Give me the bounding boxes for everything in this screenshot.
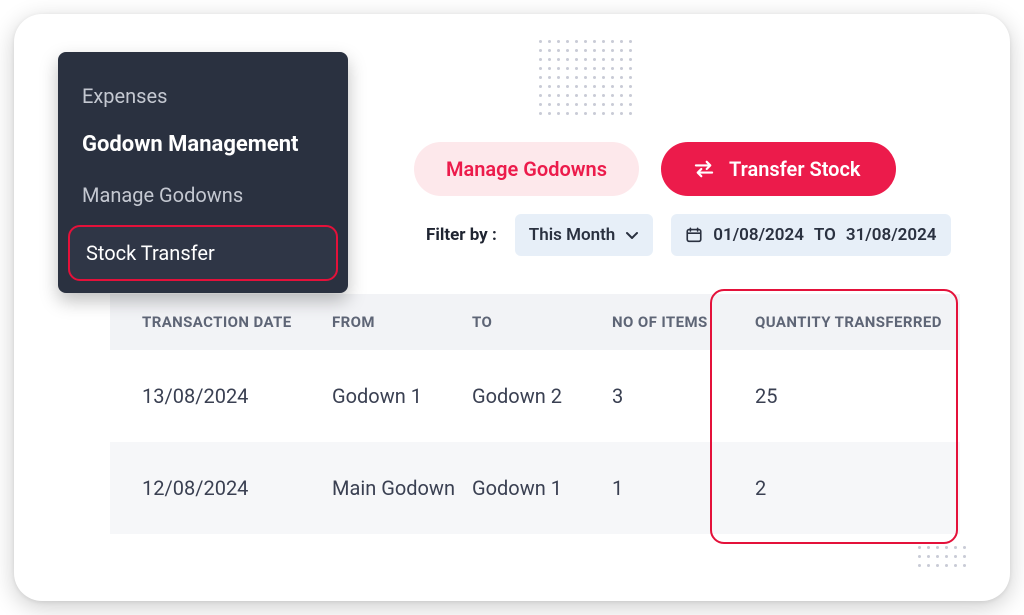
- col-to: TO: [472, 313, 612, 331]
- date-from: 01/08/2024: [713, 225, 804, 245]
- sidebar: Expenses Godown Management Manage Godown…: [58, 52, 348, 293]
- cell-items: 3: [612, 384, 737, 408]
- sidebar-item-expenses[interactable]: Expenses: [62, 74, 344, 118]
- sidebar-item-stock-transfer[interactable]: Stock Transfer: [68, 225, 338, 281]
- cell-date: 13/08/2024: [142, 384, 332, 408]
- cell-from: Main Godown: [332, 476, 472, 500]
- cell-date: 12/08/2024: [142, 476, 332, 500]
- manage-godowns-label: Manage Godowns: [446, 157, 607, 181]
- filter-by-label: Filter by :: [426, 225, 497, 245]
- transfer-stock-button[interactable]: Transfer Stock: [661, 142, 896, 196]
- cell-items: 1: [612, 476, 737, 500]
- filter-period-value: This Month: [529, 225, 616, 245]
- col-from: FROM: [332, 313, 472, 331]
- date-to: 31/08/2024: [846, 225, 937, 245]
- sidebar-item-manage-godowns[interactable]: Manage Godowns: [62, 173, 344, 217]
- cell-qty: 25: [737, 384, 960, 408]
- sidebar-heading-godown: Godown Management: [62, 118, 344, 173]
- cell-to: Godown 2: [472, 384, 612, 408]
- manage-godowns-button[interactable]: Manage Godowns: [414, 142, 639, 196]
- cell-to: Godown 1: [472, 476, 612, 500]
- chevron-down-icon: [625, 228, 639, 242]
- filter-bar: Filter by : This Month 01/08/2024 TO 31/…: [426, 214, 951, 256]
- decorative-dots-top: [539, 40, 638, 121]
- cell-qty: 2: [737, 476, 960, 500]
- cell-from: Godown 1: [332, 384, 472, 408]
- col-qty: QUANTITY TRANSFERRED: [737, 313, 960, 331]
- col-items: NO OF ITEMS: [612, 313, 737, 331]
- date-sep: TO: [814, 225, 836, 245]
- calendar-icon: [685, 226, 703, 244]
- action-bar: Manage Godowns Transfer Stock: [414, 142, 896, 196]
- table-header: TRANSACTION DATE FROM TO NO OF ITEMS QUA…: [110, 294, 960, 350]
- decorative-dots-bottom: [918, 546, 972, 573]
- transfer-stock-label: Transfer Stock: [729, 157, 860, 181]
- transfers-table: TRANSACTION DATE FROM TO NO OF ITEMS QUA…: [110, 294, 960, 534]
- filter-period-dropdown[interactable]: This Month: [515, 214, 654, 256]
- col-date: TRANSACTION DATE: [142, 313, 332, 331]
- swap-icon: [693, 160, 715, 178]
- table-row[interactable]: 13/08/2024 Godown 1 Godown 2 3 25: [110, 350, 960, 442]
- app-card: Expenses Godown Management Manage Godown…: [14, 14, 1010, 601]
- table-row[interactable]: 12/08/2024 Main Godown Godown 1 1 2: [110, 442, 960, 534]
- filter-date-range[interactable]: 01/08/2024 TO 31/08/2024: [671, 214, 950, 256]
